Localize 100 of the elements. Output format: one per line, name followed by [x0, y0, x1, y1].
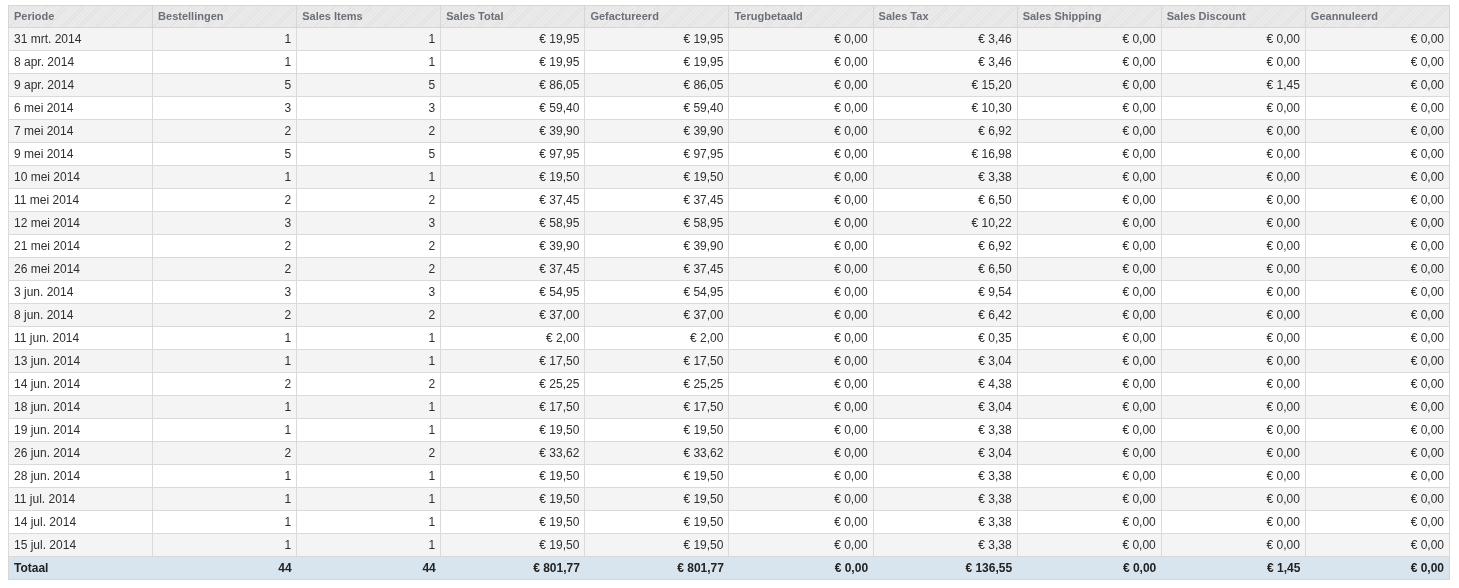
- table-cell: 19 jun. 2014: [8, 418, 153, 442]
- table-cell: € 0,00: [1017, 73, 1162, 97]
- table-cell: € 0,00: [1305, 441, 1450, 465]
- table-cell: € 0,00: [1305, 234, 1450, 258]
- total-cell: € 801,77: [584, 556, 729, 580]
- table-cell: € 17,50: [440, 395, 585, 419]
- table-cell: € 0,00: [1017, 257, 1162, 281]
- table-cell: € 39,90: [584, 119, 729, 143]
- table-cell: € 19,95: [440, 50, 585, 74]
- table-cell: € 3,46: [873, 27, 1018, 51]
- table-cell: € 19,50: [440, 487, 585, 511]
- table-cell: 2: [296, 441, 441, 465]
- table-cell: € 0,00: [728, 487, 874, 511]
- table-cell: 10 mei 2014: [8, 165, 153, 189]
- table-cell: 3 jun. 2014: [8, 280, 153, 304]
- table-cell: 1: [296, 510, 441, 534]
- table-cell: € 19,50: [584, 533, 729, 557]
- table-cell: 3: [152, 280, 297, 304]
- table-cell: € 0,00: [1161, 119, 1306, 143]
- table-cell: € 19,50: [440, 464, 585, 488]
- table-cell: € 33,62: [584, 441, 729, 465]
- table-cell: 1: [152, 487, 297, 511]
- column-header: Sales Shipping: [1017, 5, 1162, 28]
- table-cell: 26 jun. 2014: [8, 441, 153, 465]
- table-cell: € 37,45: [584, 257, 729, 281]
- table-cell: € 0,00: [1305, 326, 1450, 350]
- table-cell: € 3,38: [873, 510, 1018, 534]
- table-cell: € 19,50: [584, 165, 729, 189]
- table-cell: € 19,50: [584, 418, 729, 442]
- table-cell: € 0,00: [1305, 280, 1450, 304]
- column-header: Sales Items: [296, 5, 441, 28]
- table-cell: € 2,00: [440, 326, 585, 350]
- table-cell: € 0,00: [1305, 464, 1450, 488]
- table-cell: € 0,00: [1017, 280, 1162, 304]
- column-header: Gefactureerd: [584, 5, 729, 28]
- table-cell: € 25,25: [584, 372, 729, 396]
- total-cell: 44: [296, 556, 441, 580]
- table-cell: € 6,92: [873, 119, 1018, 143]
- table-cell: € 3,04: [873, 441, 1018, 465]
- table-cell: € 0,00: [1161, 372, 1306, 396]
- table-cell: € 0,00: [1305, 487, 1450, 511]
- total-cell: 44: [152, 556, 297, 580]
- table-cell: € 0,00: [1017, 119, 1162, 143]
- table-cell: € 0,00: [728, 510, 874, 534]
- table-cell: € 3,38: [873, 464, 1018, 488]
- table-cell: 1: [152, 533, 297, 557]
- table-cell: € 0,00: [1017, 188, 1162, 212]
- table-cell: 1: [296, 165, 441, 189]
- table-cell: € 0,00: [1161, 533, 1306, 557]
- table-cell: 5: [296, 73, 441, 97]
- table-cell: € 6,92: [873, 234, 1018, 258]
- table-cell: 1: [296, 349, 441, 373]
- table-cell: 1: [152, 395, 297, 419]
- table-cell: 7 mei 2014: [8, 119, 153, 143]
- table-cell: 2: [152, 303, 297, 327]
- table-cell: 2: [296, 188, 441, 212]
- total-cell: € 0,00: [1017, 556, 1162, 580]
- table-cell: 2: [296, 234, 441, 258]
- table-cell: 11 mei 2014: [8, 188, 153, 212]
- table-cell: € 86,05: [584, 73, 729, 97]
- total-cell: € 0,00: [1305, 556, 1450, 580]
- table-cell: 8 apr. 2014: [8, 50, 153, 74]
- table-cell: € 0,00: [1305, 395, 1450, 419]
- table-cell: 1: [152, 326, 297, 350]
- table-cell: 26 mei 2014: [8, 257, 153, 281]
- table-cell: 9 apr. 2014: [8, 73, 153, 97]
- table-cell: € 3,04: [873, 395, 1018, 419]
- column-header: Geannuleerd: [1305, 5, 1450, 28]
- table-cell: € 0,00: [1305, 165, 1450, 189]
- table-cell: 6 mei 2014: [8, 96, 153, 120]
- table-cell: € 0,00: [1305, 119, 1450, 143]
- table-cell: € 0,00: [728, 349, 874, 373]
- table-cell: 13 jun. 2014: [8, 349, 153, 373]
- table-cell: € 0,00: [1161, 234, 1306, 258]
- table-cell: € 0,00: [1161, 418, 1306, 442]
- table-cell: € 39,90: [440, 234, 585, 258]
- table-cell: € 19,50: [440, 510, 585, 534]
- table-cell: € 0,00: [728, 27, 874, 51]
- table-cell: € 0,00: [1305, 96, 1450, 120]
- table-cell: € 0,00: [728, 96, 874, 120]
- table-cell: 1: [296, 487, 441, 511]
- table-cell: € 0,00: [728, 142, 874, 166]
- table-cell: € 0,00: [1017, 326, 1162, 350]
- table-cell: 5: [296, 142, 441, 166]
- table-cell: € 58,95: [440, 211, 585, 235]
- table-cell: € 58,95: [584, 211, 729, 235]
- table-cell: 28 jun. 2014: [8, 464, 153, 488]
- table-cell: € 0,00: [1305, 73, 1450, 97]
- table-cell: € 0,00: [1305, 142, 1450, 166]
- table-cell: € 0,00: [1305, 349, 1450, 373]
- table-cell: € 6,42: [873, 303, 1018, 327]
- table-cell: € 1,45: [1161, 73, 1306, 97]
- table-cell: 9 mei 2014: [8, 142, 153, 166]
- table-cell: € 0,00: [1161, 188, 1306, 212]
- table-cell: € 0,00: [728, 418, 874, 442]
- table-cell: € 0,00: [728, 188, 874, 212]
- table-cell: € 0,00: [728, 395, 874, 419]
- table-cell: 2: [296, 303, 441, 327]
- table-cell: 2: [152, 441, 297, 465]
- table-cell: € 0,00: [728, 211, 874, 235]
